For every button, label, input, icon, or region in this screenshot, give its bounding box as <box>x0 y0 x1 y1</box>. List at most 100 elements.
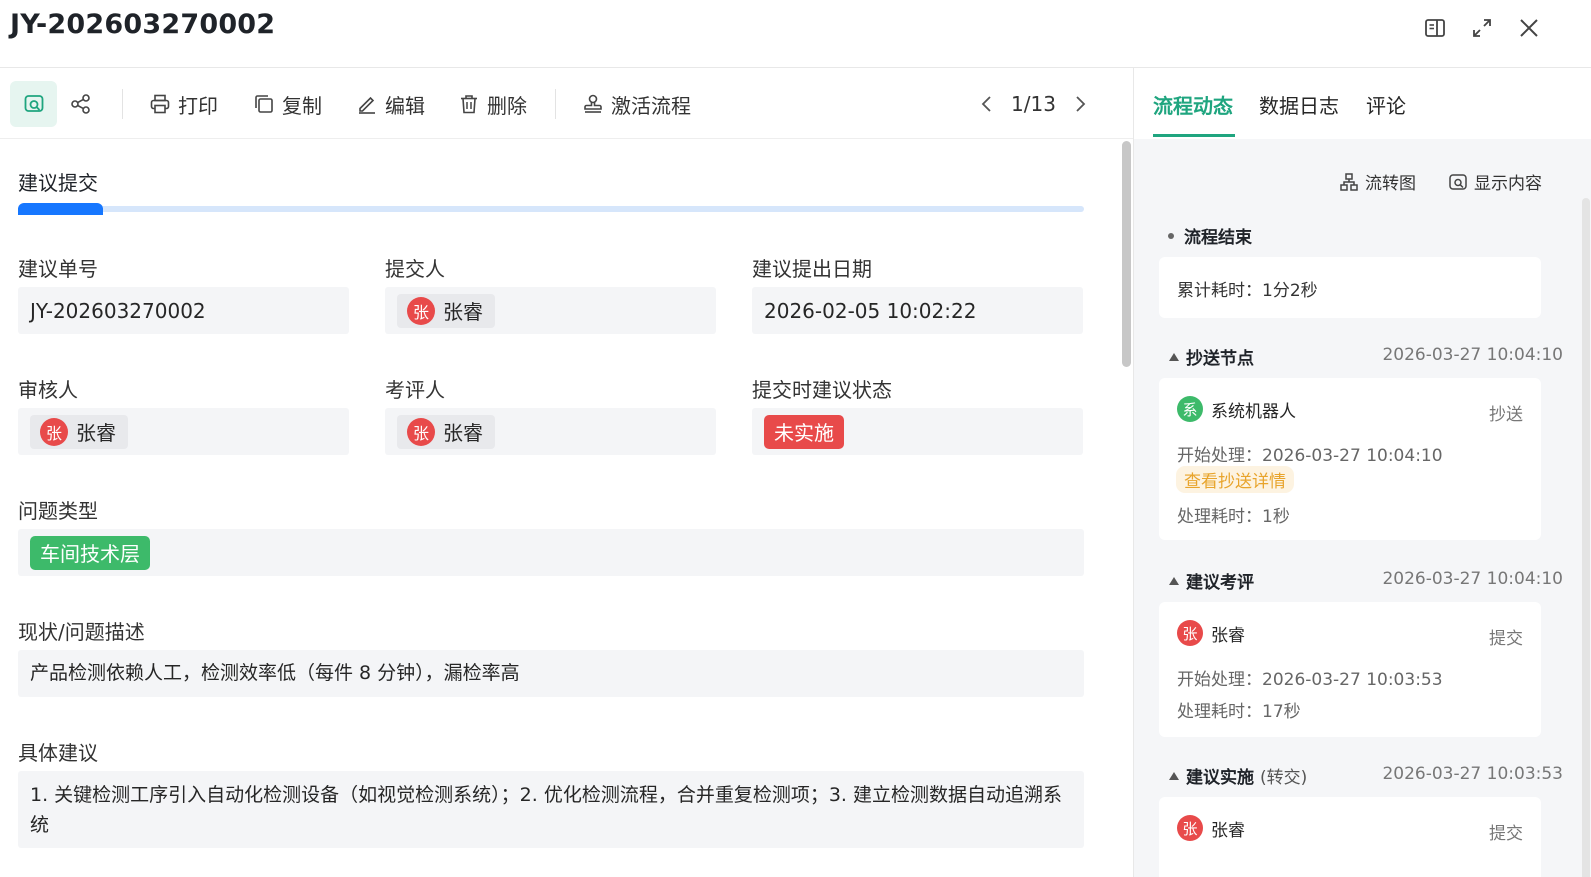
implementation-node-header[interactable]: 建议实施 (转交) <box>1168 763 1307 788</box>
delete-label: 删除 <box>487 93 527 118</box>
view-cc-details-link[interactable]: 查看抄送详情 <box>1176 466 1294 493</box>
edit-label: 编辑 <box>385 93 425 118</box>
tab-comments[interactable]: 评论 <box>1366 90 1406 119</box>
close-icon[interactable] <box>1515 14 1543 42</box>
evaluator-chip[interactable]: 张 张睿 <box>397 414 495 449</box>
reviewer-label: 审核人 <box>18 378 78 402</box>
date-label: 建议提出日期 <box>752 257 872 281</box>
evaluator-field: 张 张睿 <box>385 408 716 455</box>
cc-node-header[interactable]: 抄送节点 <box>1168 344 1254 369</box>
reviewer-chip[interactable]: 张 张睿 <box>30 414 128 449</box>
print-label: 打印 <box>178 93 218 118</box>
tab-data-log[interactable]: 数据日志 <box>1259 90 1339 119</box>
cc-node-duration: 处理耗时：1秒 <box>1177 507 1290 527</box>
copy-button[interactable]: 复制 <box>253 88 322 120</box>
date-field: 2026-02-05 10:02:22 <box>752 287 1083 334</box>
form-scrollbar[interactable] <box>1120 139 1134 877</box>
activity-scrollbar[interactable] <box>1582 198 1590 877</box>
share-button[interactable] <box>66 81 96 127</box>
suggestion-no-field: JY-202603270002 <box>18 287 349 334</box>
evaluation-node-start: 开始处理：2026-03-27 10:03:53 <box>1177 670 1443 690</box>
chevron-left-icon <box>981 96 991 112</box>
collapse-icon <box>1169 576 1179 585</box>
cc-node-title: 抄送节点 <box>1186 349 1254 369</box>
evaluation-node-header[interactable]: 建议考评 <box>1168 568 1254 593</box>
collapse-icon <box>1169 771 1179 780</box>
section-title: 建议提交 <box>18 171 98 195</box>
show-content-label: 显示内容 <box>1474 174 1542 194</box>
avatar: 张 <box>40 417 68 446</box>
collapse-icon <box>1169 352 1179 361</box>
view-icon <box>24 95 43 112</box>
edit-button[interactable]: 编辑 <box>356 88 425 120</box>
reviewer-field: 张 张睿 <box>18 408 349 455</box>
cc-node-user-name: 系统机器人 <box>1211 401 1296 422</box>
evaluation-node-title: 建议考评 <box>1186 573 1254 593</box>
step-progress-fill <box>18 203 104 215</box>
pencil-icon <box>359 96 375 114</box>
evaluation-node-user: 张 张睿 <box>1177 620 1245 646</box>
suggestion-label: 具体建议 <box>18 741 98 765</box>
prev-page-button[interactable] <box>975 88 999 120</box>
status-badge: 未实施 <box>764 414 844 449</box>
implementation-node-user: 张 张睿 <box>1177 815 1245 841</box>
implementation-node-action: 提交 <box>1489 824 1523 844</box>
evaluator-name: 张睿 <box>443 421 483 445</box>
activate-flow-button[interactable]: 激活流程 <box>582 88 691 120</box>
window-header: JY-202603270002 <box>0 0 1591 68</box>
delete-button[interactable]: 删除 <box>458 88 527 120</box>
flowchart-button[interactable]: 流转图 <box>1339 169 1416 194</box>
description-value: 产品检测依赖人工，检测效率低（每件 8 分钟），漏检率高 <box>30 662 520 684</box>
submitter-chip[interactable]: 张 张睿 <box>397 293 495 328</box>
avatar: 系 <box>1177 396 1203 422</box>
sidebar-toggle-icon[interactable] <box>1421 14 1449 42</box>
page-indicator: 1/13 <box>1011 92 1056 116</box>
printer-icon <box>150 94 170 114</box>
submitter-label: 提交人 <box>385 257 445 281</box>
toolbar: 打印 复制 编辑 删除 激活流程 1/13 <box>0 68 1133 139</box>
implementation-node-title: 建议实施 <box>1186 768 1254 788</box>
avatar: 张 <box>1177 620 1203 646</box>
total-time: 累计耗时：1分2秒 <box>1177 281 1318 301</box>
cc-node-start: 开始处理：2026-03-27 10:04:10 <box>1177 446 1443 466</box>
tab-flow-activity[interactable]: 流程动态 <box>1153 90 1233 119</box>
trash-icon <box>461 95 477 114</box>
flowchart-label: 流转图 <box>1365 174 1416 194</box>
copy-icon <box>255 95 273 113</box>
activate-flow-label: 激活流程 <box>611 93 691 118</box>
submitter-name: 张睿 <box>443 300 483 324</box>
bullet-icon <box>1168 232 1174 239</box>
print-button[interactable]: 打印 <box>149 88 218 120</box>
implementation-node-user-name: 张睿 <box>1211 820 1245 841</box>
view-mode-button[interactable] <box>10 81 57 127</box>
stamp-icon <box>584 94 602 113</box>
end-node-title: 流程结束 <box>1184 228 1252 248</box>
avatar: 张 <box>1177 815 1203 841</box>
page-title: JY-202603270002 <box>10 9 276 40</box>
implementation-node-time: 2026-03-27 10:03:53 <box>1382 764 1563 784</box>
activity-panel: 流程动态 数据日志 评论 流转图 显示内容 流程结束 累计耗时：1分2秒 抄送节… <box>1133 68 1591 877</box>
expand-icon[interactable] <box>1468 14 1496 42</box>
suggestion-no-value: JY-202603270002 <box>30 298 206 323</box>
next-page-button[interactable] <box>1068 88 1092 120</box>
active-tab-indicator <box>1153 134 1235 137</box>
description-label: 现状/问题描述 <box>18 620 145 644</box>
cc-node-user: 系 系统机器人 <box>1177 396 1296 422</box>
description-field: 产品检测依赖人工，检测效率低（每件 8 分钟），漏检率高 <box>18 650 1084 697</box>
share-icon <box>71 94 90 114</box>
end-node-card: 累计耗时：1分2秒 <box>1159 257 1541 318</box>
show-content-button[interactable]: 显示内容 <box>1448 169 1542 194</box>
evaluator-label: 考评人 <box>385 378 445 402</box>
evaluation-node-card: 张 张睿 提交 开始处理：2026-03-27 10:03:53 处理耗时：17… <box>1159 602 1541 737</box>
cc-node-time: 2026-03-27 10:04:10 <box>1382 345 1563 365</box>
status-label: 提交时建议状态 <box>752 378 892 402</box>
status-field: 未实施 <box>752 408 1083 455</box>
suggestion-no-label: 建议单号 <box>18 257 98 281</box>
avatar: 张 <box>407 296 435 325</box>
end-node-header: 流程结束 <box>1168 223 1252 248</box>
form-scrollbar-thumb[interactable] <box>1122 141 1131 367</box>
step-progress-bar <box>18 203 1084 215</box>
suggestion-field: 1. 关键检测工序引入自动化检测设备（如视觉检测系统）；2. 优化检测流程，合并… <box>18 771 1084 848</box>
avatar: 张 <box>407 417 435 446</box>
evaluation-node-time: 2026-03-27 10:04:10 <box>1382 569 1563 589</box>
